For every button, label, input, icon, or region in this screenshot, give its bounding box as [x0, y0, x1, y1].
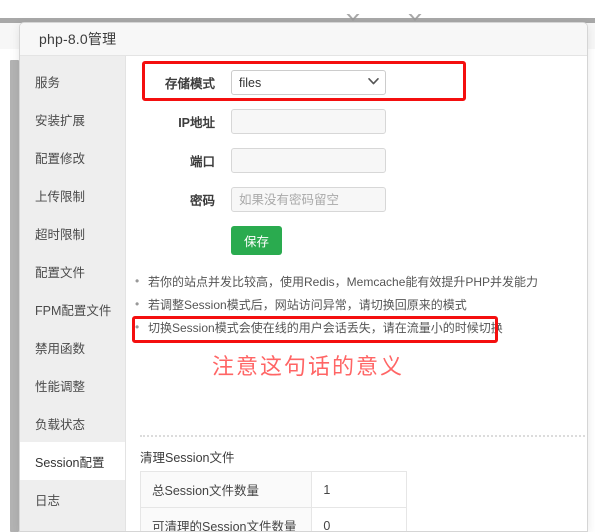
- chevron-down-icon: [340, 14, 366, 21]
- ip-address-label: IP地址: [178, 116, 215, 130]
- total-session-files-label: 总Session文件数量: [139, 471, 313, 508]
- ip-address-row: IP地址: [126, 109, 587, 134]
- modal-header: php-8.0管理: [20, 23, 587, 56]
- port-label: 端口: [189, 155, 215, 169]
- sidebar-item-load-status[interactable]: 负载状态: [20, 404, 125, 442]
- sidebar-item-disabled-functions[interactable]: 禁用函数: [20, 328, 125, 366]
- sidebar-item-log[interactable]: 日志: [20, 480, 125, 518]
- main-content: 存储模式 filesredismemcachememcached IP地址 端口: [126, 56, 587, 531]
- sidebar-item-config-file[interactable]: 配置文件: [20, 252, 125, 290]
- total-session-files-value: 1: [311, 471, 407, 508]
- sidebar-item-fpm-config-file[interactable]: FPM配置文件: [20, 290, 125, 328]
- port-input[interactable]: [231, 148, 386, 173]
- notes-list: 若你的站点并发比较高，使用Redis，Memcache能有效提升PHP并发能力 …: [126, 270, 587, 340]
- sidebar-item-install-extension[interactable]: 安装扩展: [20, 100, 125, 138]
- save-button-row: 保存: [126, 226, 587, 255]
- ip-address-input[interactable]: [231, 109, 386, 134]
- sidebar-item-session-config[interactable]: Session配置: [20, 442, 125, 480]
- password-input[interactable]: [231, 187, 386, 212]
- port-row: 端口: [126, 148, 587, 173]
- table-row: 可清理的Session文件数量 0: [139, 507, 407, 531]
- cleanable-session-files-value: 0: [311, 507, 407, 531]
- modal-title: php-8.0管理: [39, 31, 117, 47]
- section-divider: [140, 435, 587, 437]
- note-item: 若调整Session模式后，网站访问异常，请切换回原来的模式: [135, 293, 587, 317]
- storage-mode-select[interactable]: filesredismemcachememcached: [231, 70, 386, 95]
- sidebar-item-config-modify[interactable]: 配置修改: [20, 138, 125, 176]
- storage-mode-label: 存储模式: [164, 77, 215, 91]
- sidebar-item-performance-tuning[interactable]: 性能调整: [20, 366, 125, 404]
- page-root: php-8.0管理 服务 安装扩展 配置修改 上传限制 超时限制 配置文件 FP…: [0, 0, 595, 532]
- sidebar-item-slow-log[interactable]: 慢日志: [20, 518, 125, 531]
- php-management-modal: php-8.0管理 服务 安装扩展 配置修改 上传限制 超时限制 配置文件 FP…: [19, 22, 588, 532]
- password-row: 密码: [126, 187, 587, 212]
- session-cleanup-title: 清理Session文件: [140, 451, 235, 465]
- sidebar-item-timeout-limit[interactable]: 超时限制: [20, 214, 125, 252]
- cleanable-session-files-label: 可清理的Session文件数量: [139, 507, 313, 531]
- modal-body: 服务 安装扩展 配置修改 上传限制 超时限制 配置文件 FPM配置文件 禁用函数…: [20, 56, 587, 531]
- note-item: 若你的站点并发比较高，使用Redis，Memcache能有效提升PHP并发能力: [135, 270, 587, 294]
- sidebar-item-service[interactable]: 服务: [20, 62, 125, 100]
- sidebar-item-upload-limit[interactable]: 上传限制: [20, 176, 125, 214]
- button-spacer: [126, 226, 231, 255]
- sidebar: 服务 安装扩展 配置修改 上传限制 超时限制 配置文件 FPM配置文件 禁用函数…: [20, 56, 126, 531]
- table-row: 总Session文件数量 1: [139, 471, 407, 508]
- chevron-down-icon: [402, 14, 428, 21]
- storage-mode-row: 存储模式 filesredismemcachememcached: [126, 70, 587, 95]
- session-stats-table: 总Session文件数量 1 可清理的Session文件数量 0: [139, 471, 407, 531]
- storage-mode-select-wrap: filesredismemcachememcached: [231, 70, 386, 95]
- page-scrollbar[interactable]: [10, 60, 19, 532]
- save-button[interactable]: 保存: [231, 226, 283, 255]
- note-item: 切换Session模式会使在线的用户会话丢失，请在流量小的时候切换: [135, 316, 587, 340]
- password-label: 密码: [189, 194, 215, 208]
